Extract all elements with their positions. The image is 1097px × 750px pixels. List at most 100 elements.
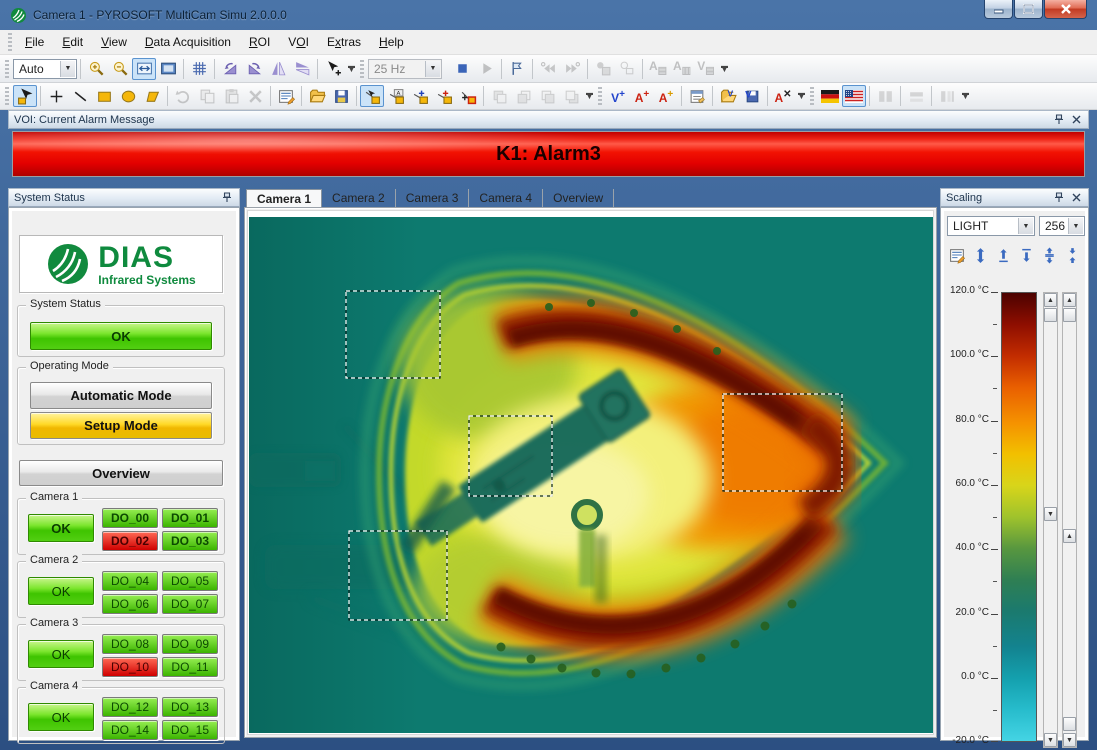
language-german-icon[interactable] bbox=[818, 85, 842, 107]
pin-icon[interactable] bbox=[1052, 191, 1066, 204]
alarm-delete-icon[interactable]: A✕ bbox=[771, 85, 795, 107]
roi-draw-icon[interactable] bbox=[360, 85, 384, 107]
do-09-indicator[interactable]: DO_09 bbox=[162, 634, 218, 654]
close-panel-icon[interactable] bbox=[1069, 113, 1083, 126]
rotate-left-icon[interactable] bbox=[218, 58, 242, 80]
do-08-indicator[interactable]: DO_08 bbox=[102, 634, 158, 654]
select-tool-icon[interactable] bbox=[13, 85, 37, 107]
lower-limit-scrollbar[interactable]: ▲ ▲ ▼ bbox=[1062, 292, 1077, 748]
cursor-add-icon[interactable] bbox=[321, 58, 345, 80]
levels-combo[interactable]: 256▼ bbox=[1039, 216, 1085, 236]
scroll-thumb[interactable] bbox=[1063, 308, 1076, 322]
do-06-indicator[interactable]: DO_06 bbox=[102, 594, 158, 614]
roi-open-icon[interactable] bbox=[305, 85, 329, 107]
alarm-add-icon[interactable]: A+ bbox=[630, 85, 654, 107]
toolbar-overflow-icon[interactable]: ▬▼ bbox=[718, 58, 731, 80]
zoom-mode-combo[interactable]: Auto▼ bbox=[13, 59, 77, 79]
tab-camera-2[interactable]: Camera 2 bbox=[322, 189, 396, 207]
toolbar-grip[interactable] bbox=[5, 87, 9, 105]
toolbar-grip[interactable] bbox=[360, 60, 364, 78]
toolbar-grip[interactable] bbox=[598, 87, 602, 105]
menu-help[interactable]: Help bbox=[370, 32, 413, 52]
scroll-thumb[interactable] bbox=[1044, 308, 1057, 322]
title-bar[interactable]: Camera 1 - PYROSOFT MultiCam Simu 2.0.0.… bbox=[0, 0, 1097, 30]
pin-icon[interactable] bbox=[220, 191, 234, 204]
voi-save-icon[interactable]: V bbox=[740, 85, 764, 107]
toolbar-overflow-icon[interactable]: ▬▼ bbox=[795, 85, 808, 107]
do-04-indicator[interactable]: DO_04 bbox=[102, 571, 158, 591]
automatic-mode-button[interactable]: Automatic Mode bbox=[30, 382, 212, 409]
chevron-down-icon[interactable]: ▼ bbox=[1018, 218, 1033, 234]
scroll-down-icon[interactable]: ▼ bbox=[1044, 507, 1057, 521]
do-05-indicator[interactable]: DO_05 bbox=[162, 571, 218, 591]
stop-icon[interactable] bbox=[450, 58, 474, 80]
menu-data-acquisition[interactable]: Data Acquisition bbox=[136, 32, 240, 52]
flip-vertical-icon[interactable] bbox=[290, 58, 314, 80]
camera-2-status[interactable]: OK bbox=[28, 577, 94, 605]
flip-horizontal-icon[interactable] bbox=[266, 58, 290, 80]
alarm-condition-add-icon[interactable]: A+ bbox=[654, 85, 678, 107]
fit-to-window-icon[interactable] bbox=[132, 58, 156, 80]
do-01-indicator[interactable]: DO_01 bbox=[162, 508, 218, 528]
toolbar-overflow-icon[interactable]: ▬▼ bbox=[345, 58, 358, 80]
pin-icon[interactable] bbox=[1052, 113, 1066, 126]
roi-list-icon[interactable] bbox=[274, 85, 298, 107]
toolbar-grip[interactable] bbox=[8, 33, 12, 51]
line-tool-icon[interactable] bbox=[68, 85, 92, 107]
polygon-tool-icon[interactable] bbox=[140, 85, 164, 107]
roi-remove-icon[interactable] bbox=[456, 85, 480, 107]
fullscreen-icon[interactable] bbox=[156, 58, 180, 80]
system-status-indicator[interactable]: OK bbox=[30, 322, 212, 350]
tab-camera-3[interactable]: Camera 3 bbox=[396, 189, 470, 207]
ellipse-tool-icon[interactable] bbox=[116, 85, 140, 107]
scroll-up-icon[interactable]: ▲ bbox=[1063, 529, 1076, 543]
flag-icon[interactable] bbox=[505, 58, 529, 80]
autoscale-icon[interactable] bbox=[969, 244, 991, 266]
do-15-indicator[interactable]: DO_15 bbox=[162, 720, 218, 740]
scroll-thumb[interactable] bbox=[1063, 717, 1076, 731]
lower-upper-limit-icon[interactable] bbox=[1015, 244, 1037, 266]
scroll-down-icon[interactable]: ▼ bbox=[1063, 733, 1076, 747]
roi-save-icon[interactable] bbox=[329, 85, 353, 107]
tab-overview[interactable]: Overview bbox=[543, 189, 614, 207]
upper-limit-scrollbar[interactable]: ▲ ▼ ▼ bbox=[1043, 292, 1058, 748]
roi-add-alarm-icon[interactable] bbox=[432, 85, 456, 107]
camera-3-status[interactable]: OK bbox=[28, 640, 94, 668]
toolbar-grip[interactable] bbox=[810, 87, 814, 105]
camera-4-status[interactable]: OK bbox=[28, 703, 94, 731]
rotate-right-icon[interactable] bbox=[242, 58, 266, 80]
close-panel-icon[interactable] bbox=[1069, 191, 1083, 204]
grid-icon[interactable] bbox=[187, 58, 211, 80]
tab-camera-4[interactable]: Camera 4 bbox=[469, 189, 543, 207]
zoom-out-icon[interactable] bbox=[108, 58, 132, 80]
camera-1-status[interactable]: OK bbox=[28, 514, 94, 542]
chevron-down-icon[interactable]: ▼ bbox=[1068, 218, 1083, 234]
menu-edit[interactable]: Edit bbox=[53, 32, 92, 52]
language-english-icon[interactable] bbox=[842, 85, 866, 107]
chevron-down-icon[interactable]: ▼ bbox=[60, 61, 75, 77]
voi-properties-icon[interactable] bbox=[685, 85, 709, 107]
tab-camera-1[interactable]: Camera 1 bbox=[246, 189, 322, 207]
do-10-indicator[interactable]: DO_10 bbox=[102, 657, 158, 677]
voi-add-icon[interactable]: V+ bbox=[606, 85, 630, 107]
shrink-range-icon[interactable] bbox=[1061, 244, 1083, 266]
scaling-properties-icon[interactable] bbox=[946, 244, 968, 266]
menu-view[interactable]: View bbox=[92, 32, 136, 52]
roi-add-icon[interactable] bbox=[408, 85, 432, 107]
setup-mode-button[interactable]: Setup Mode bbox=[30, 412, 212, 439]
do-02-indicator[interactable]: DO_02 bbox=[102, 531, 158, 551]
do-00-indicator[interactable]: DO_00 bbox=[102, 508, 158, 528]
overview-button[interactable]: Overview bbox=[19, 460, 223, 486]
menu-extras[interactable]: Extras bbox=[318, 32, 370, 52]
toolbar-grip[interactable] bbox=[5, 60, 9, 78]
close-button[interactable] bbox=[1044, 0, 1087, 19]
menu-voi[interactable]: VOI bbox=[279, 32, 318, 52]
toolbar-overflow-icon[interactable]: ▬▼ bbox=[959, 85, 972, 107]
scroll-up-icon[interactable]: ▲ bbox=[1063, 293, 1076, 307]
do-03-indicator[interactable]: DO_03 bbox=[162, 531, 218, 551]
do-14-indicator[interactable]: DO_14 bbox=[102, 720, 158, 740]
do-13-indicator[interactable]: DO_13 bbox=[162, 697, 218, 717]
rect-tool-icon[interactable] bbox=[92, 85, 116, 107]
roi-label-icon[interactable]: A bbox=[384, 85, 408, 107]
do-07-indicator[interactable]: DO_07 bbox=[162, 594, 218, 614]
